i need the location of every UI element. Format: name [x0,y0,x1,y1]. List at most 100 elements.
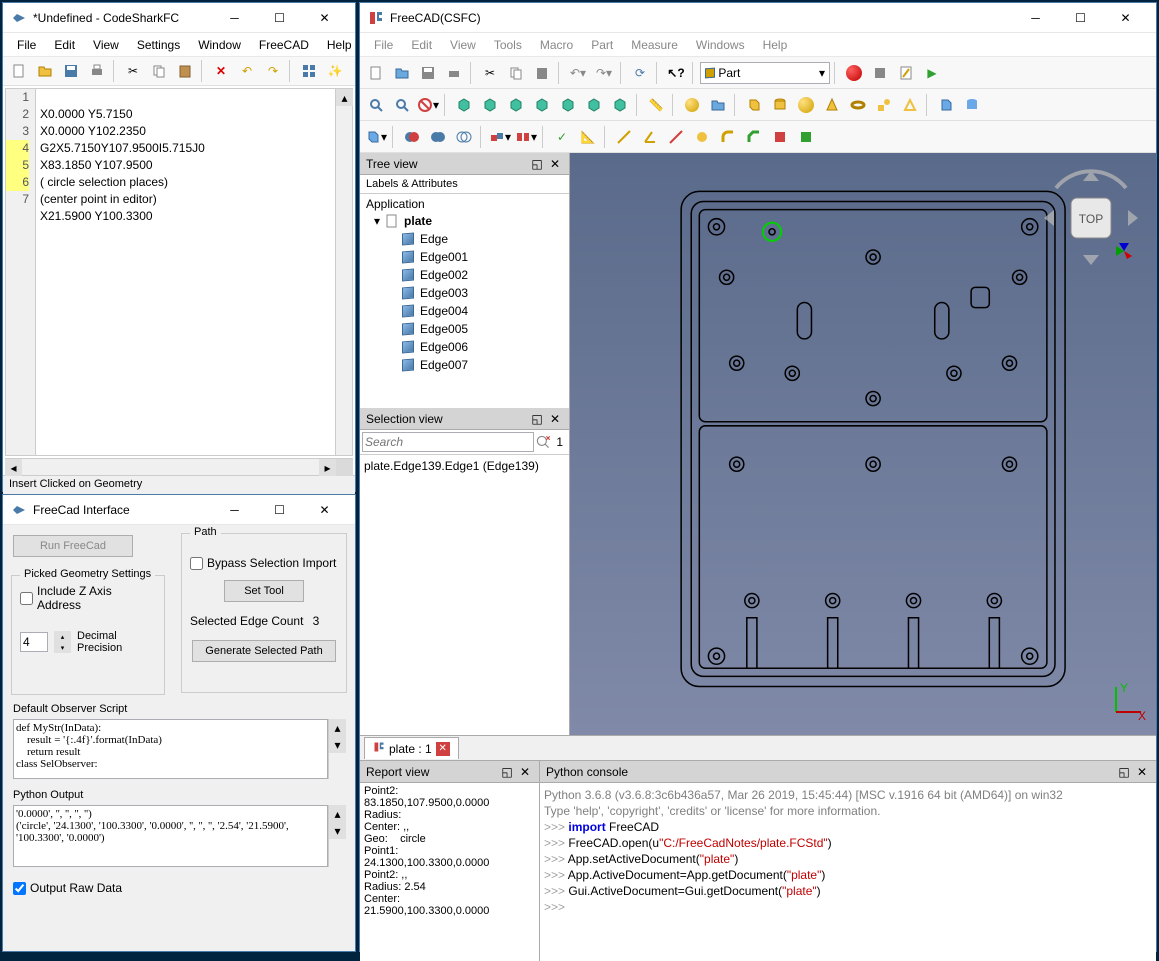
view-iso-icon[interactable] [452,93,476,117]
paste-icon[interactable] [530,61,554,85]
include-z-checkbox[interactable]: Include Z Axis Address [20,584,156,612]
workbench-combo[interactable]: Part▾ [700,62,830,84]
float-icon[interactable]: ◱ [1116,764,1132,780]
record-macro-icon[interactable] [842,61,866,85]
print-icon[interactable] [85,59,109,83]
part-cylinder-icon[interactable] [768,93,792,117]
save-icon[interactable] [59,59,83,83]
menu-macro[interactable]: Macro [532,36,581,54]
generate-path-button[interactable]: Generate Selected Path [192,640,335,662]
part-box-icon[interactable] [742,93,766,117]
spin-up[interactable]: ▴ [54,631,71,642]
view-front-icon[interactable] [478,93,502,117]
print-icon[interactable] [442,61,466,85]
python-console[interactable]: Python 3.6.8 (v3.6.8:3c6b436a57, Mar 26 … [540,783,1156,961]
minimize-button[interactable]: ─ [212,495,257,525]
cut-icon[interactable]: ✂ [121,59,145,83]
menu-window[interactable]: Window [190,36,249,54]
bool-intersect-icon[interactable] [452,125,476,149]
document-tab[interactable]: plate : 1 ✕ [364,737,459,759]
selection-search-input[interactable] [362,432,534,452]
close-panel-icon[interactable]: ✕ [547,156,563,172]
toggle-3d-icon[interactable] [768,125,792,149]
hscroll[interactable]: ◂▸ [5,458,353,475]
tree-item[interactable]: Edge006 [362,338,567,356]
bool-cut-icon[interactable] [400,125,424,149]
delete-icon[interactable]: ✕ [209,59,233,83]
spin-down[interactable]: ▾ [54,642,71,653]
tree-view[interactable]: Application ▾plate EdgeEdge001Edge002Edg… [360,194,569,408]
float-icon[interactable]: ◱ [529,156,545,172]
new-icon[interactable] [7,59,31,83]
menu-part[interactable]: Part [583,36,621,54]
measure-angular-icon[interactable] [638,125,662,149]
grid-icon[interactable] [297,59,321,83]
run-freecad-button[interactable]: Run FreeCad [13,535,133,557]
measure-toggle-icon[interactable] [690,125,714,149]
toggle-delta-icon[interactable] [794,125,818,149]
minimize-button[interactable]: ─ [1013,3,1058,33]
menu-view[interactable]: View [442,36,484,54]
bool-compound-icon[interactable]: ▾ [364,125,388,149]
view-rear-icon[interactable] [556,93,580,117]
selection-item[interactable]: plate.Edge139.Edge1 (Edge139) [364,459,565,473]
tree-item[interactable]: Edge002 [362,266,567,284]
vscroll[interactable]: ▴▾ [328,719,345,779]
decimal-precision-input[interactable] [20,632,48,652]
maximize-button[interactable]: ☐ [257,3,302,33]
part-revolve-icon[interactable] [934,93,958,117]
view-left-icon[interactable] [608,93,632,117]
open-icon[interactable] [390,61,414,85]
code-content[interactable]: X0.0000 Y5.7150X0.0000 Y102.2350G2X5.715… [36,89,335,455]
float-icon[interactable]: ◱ [499,764,515,780]
redo-icon[interactable]: ↷ [261,59,285,83]
close-button[interactable]: ✕ [1103,3,1148,33]
tree-item[interactable]: Edge004 [362,302,567,320]
cut-icon[interactable]: ✂ [478,61,502,85]
close-panel-icon[interactable]: ✕ [1134,764,1150,780]
undo-icon[interactable]: ↶▾ [566,61,590,85]
view-top-icon[interactable] [504,93,528,117]
part-sphere-icon[interactable] [794,93,818,117]
part-torus-icon[interactable] [846,93,870,117]
close-button[interactable]: ✕ [302,495,347,525]
tree-doc-node[interactable]: ▾plate [362,212,567,230]
tree-app-node[interactable]: Application [362,196,567,212]
vscroll[interactable]: ▴▾ [328,805,345,867]
observer-script-textarea[interactable]: def MyStr(InData): result = '{:.4f}'.for… [13,719,328,779]
python-output-textarea[interactable]: '0.0000', '', '', '', '') ('circle', '24… [13,805,328,867]
close-panel-icon[interactable]: ✕ [517,764,533,780]
refresh-icon[interactable]: ⟳ [628,61,652,85]
search-clear-icon[interactable] [534,433,552,451]
save-icon[interactable] [416,61,440,85]
menu-edit[interactable]: Edit [46,36,83,54]
view-right-icon[interactable] [530,93,554,117]
bool-union-icon[interactable] [426,125,450,149]
join-connect-icon[interactable]: ▾ [488,125,512,149]
menu-help[interactable]: Help [319,36,360,54]
tree-item[interactable]: Edge007 [362,356,567,374]
minimize-button[interactable]: ─ [212,3,257,33]
vscroll[interactable]: ▴ [335,89,352,455]
tree-item[interactable]: Edge003 [362,284,567,302]
run-macro-icon[interactable]: ▶ [920,61,944,85]
zoom-selection-icon[interactable] [390,93,414,117]
ruler-icon[interactable]: 📐 [576,125,600,149]
part-primitives-icon[interactable] [872,93,896,117]
measure-linear-icon[interactable] [612,125,636,149]
view-bottom-icon[interactable] [582,93,606,117]
part-shapebuilder-icon[interactable] [898,93,922,117]
3d-viewport[interactable]: TOP YX [570,153,1156,735]
tree-item[interactable]: Edge005 [362,320,567,338]
copy-icon[interactable] [147,59,171,83]
open-icon[interactable] [33,59,57,83]
split-icon[interactable]: ▾ [514,125,538,149]
report-view-content[interactable]: Point2: 83.1850,107.9500,0.0000 Radius: … [360,783,539,961]
measure-distance-icon[interactable]: 📏 [644,93,668,117]
undo-icon[interactable]: ↶ [235,59,259,83]
menu-view[interactable]: View [85,36,127,54]
zoom-fit-icon[interactable] [364,93,388,117]
stop-macro-icon[interactable] [868,61,892,85]
new-icon[interactable] [364,61,388,85]
part-chamfer-icon[interactable] [742,125,766,149]
